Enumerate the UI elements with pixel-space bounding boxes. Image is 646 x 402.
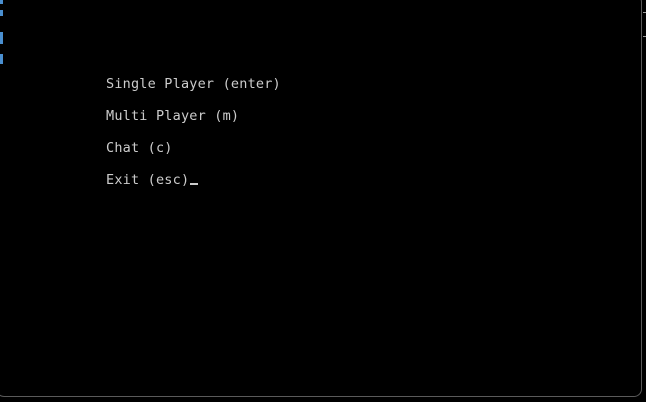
- menu-item-label: Multi Player (m): [106, 108, 240, 124]
- terminal-menu: Single Player (enter) Multi Player (m) C…: [106, 73, 281, 201]
- menu-item-multi-player[interactable]: Multi Player (m): [106, 105, 281, 137]
- console-window: Single Player (enter) Multi Player (m) C…: [0, 0, 646, 402]
- background-window-edge: [0, 0, 3, 80]
- text-cursor: [190, 183, 199, 185]
- menu-item-label: Chat (c): [106, 140, 173, 156]
- menu-item-label: Exit (esc): [106, 172, 190, 188]
- menu-item-exit[interactable]: Exit (esc): [106, 169, 281, 201]
- background-window-edge-right: [642, 0, 646, 40]
- menu-item-label: Single Player (enter): [106, 76, 281, 92]
- menu-item-single-player[interactable]: Single Player (enter): [106, 73, 281, 105]
- menu-item-chat[interactable]: Chat (c): [106, 137, 281, 169]
- window-frame: [0, 0, 642, 397]
